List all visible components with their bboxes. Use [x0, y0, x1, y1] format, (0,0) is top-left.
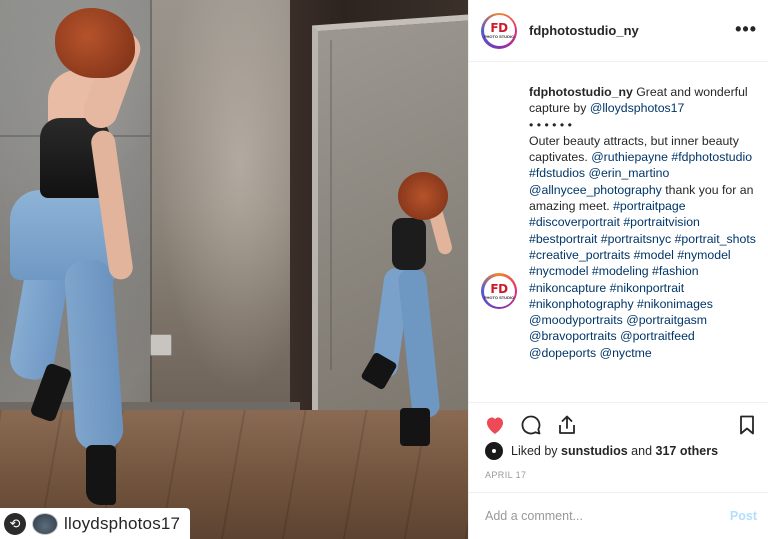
mention-link[interactable]: @erin_martino — [588, 166, 669, 180]
bookmark-icon[interactable] — [735, 413, 759, 437]
comment-input[interactable] — [485, 509, 705, 523]
concrete-wall-lit — [150, 0, 300, 410]
caption-author[interactable]: fdphotostudio_ny — [529, 85, 633, 99]
liker-avatar[interactable] — [485, 442, 503, 460]
likes-text: Liked by sunstudios and 317 others — [511, 444, 718, 458]
likes-summary: Liked by sunstudios and 317 others — [485, 442, 718, 460]
post-date[interactable]: APRIL 17 — [485, 470, 526, 480]
mention-link[interactable]: @ruthiepayne — [591, 150, 668, 164]
post-side-panel: FD PHOTO STUDIO fdphotostudio_ny ••• FD … — [468, 0, 768, 539]
repost-icon: ⟲ — [4, 512, 26, 535]
liker-username[interactable]: sunstudios — [561, 444, 628, 458]
post-comment-button[interactable]: Post — [730, 509, 757, 523]
caption-author-avatar[interactable]: FD PHOTO STUDIO — [481, 273, 517, 309]
logo-fd-text: FD — [490, 281, 508, 296]
credit-avatar — [32, 512, 58, 535]
caption-text: fdphotostudio_ny Great and wonderful cap… — [529, 84, 761, 361]
likes-middle: and — [627, 444, 656, 458]
post-photo[interactable]: ⟲ lloydsphotos17 — [0, 0, 468, 539]
photo-credit-tag[interactable]: ⟲ lloydsphotos17 — [0, 508, 190, 539]
more-horizontal-icon[interactable]: ••• — [735, 20, 757, 38]
account-username[interactable]: fdphotostudio_ny — [529, 23, 639, 38]
model-boot — [86, 445, 116, 505]
logo-subtext: PHOTO STUDIO — [483, 294, 515, 300]
logo-subtext: PHOTO STUDIO — [483, 34, 515, 39]
wall-outlet — [150, 334, 172, 356]
mirror-reflection-seam — [330, 40, 332, 370]
caption-area: FD PHOTO STUDIO fdphotostudio_ny Great a… — [469, 62, 768, 402]
post-header: FD PHOTO STUDIO fdphotostudio_ny ••• — [469, 0, 768, 62]
caption-dots: • • • • • • — [529, 117, 572, 132]
photo-credit-name: lloydsphotos17 — [64, 513, 181, 533]
action-bar — [469, 402, 768, 444]
logo-fd-text: FD — [490, 21, 508, 35]
hashtag-links[interactable]: #portraitpage #discoverportrait #portrai… — [529, 199, 756, 360]
share-icon[interactable] — [555, 413, 579, 437]
mention-link[interactable]: @lloydsphotos17 — [590, 101, 685, 115]
heart-icon[interactable] — [483, 413, 507, 437]
likes-prefix: Liked by — [511, 444, 562, 458]
account-avatar[interactable]: FD PHOTO STUDIO — [481, 12, 517, 49]
reflection-boot-standing — [400, 408, 430, 446]
reflection-hair — [398, 172, 448, 220]
comment-bar: Post — [469, 492, 768, 539]
mention-link[interactable]: @allnycee_photography — [529, 183, 662, 197]
likes-others-link[interactable]: 317 others — [656, 444, 719, 458]
comment-icon[interactable] — [519, 413, 543, 437]
reflection-corset — [392, 218, 426, 270]
